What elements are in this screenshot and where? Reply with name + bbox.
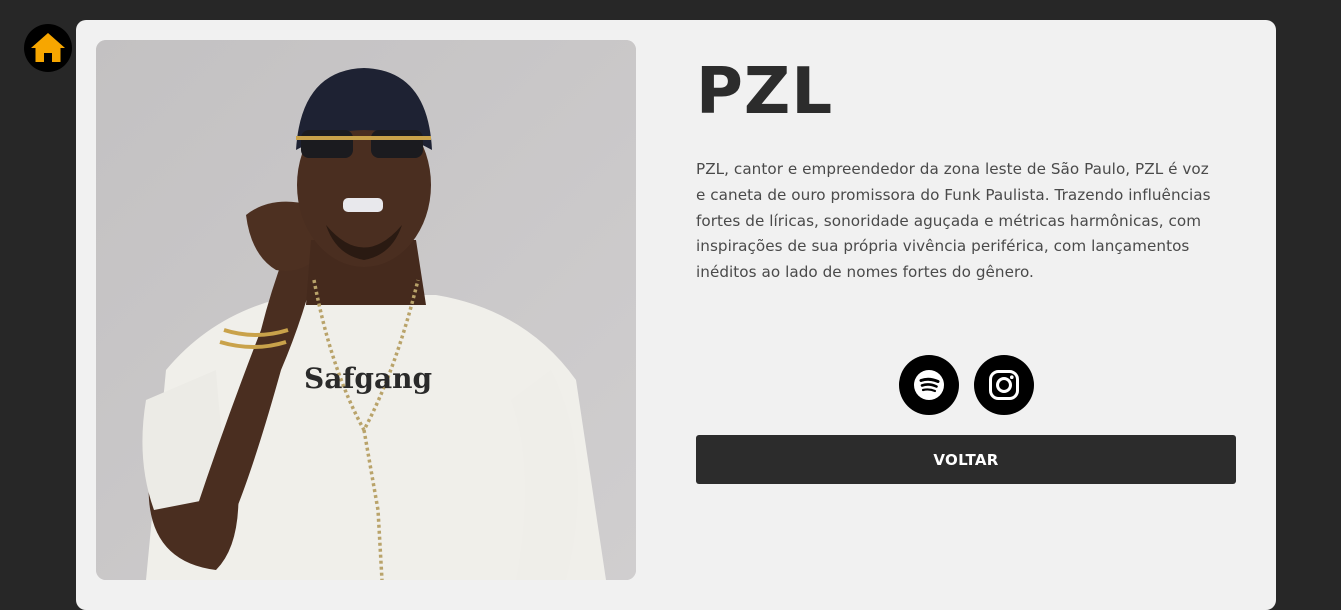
artist-info: PZL PZL, cantor e empreendedor da zona l… <box>696 55 1236 484</box>
bio-line: e caneta de ouro promissora do Funk Paul… <box>696 185 1211 204</box>
spotify-icon <box>913 370 944 400</box>
spotify-link[interactable] <box>898 355 959 415</box>
svg-text:Safgang: Safgang <box>304 362 432 395</box>
artist-photo: Safgang <box>96 40 636 580</box>
artist-name: PZL <box>696 55 834 129</box>
bio-line: PZL, cantor e empreendedor da zona leste… <box>696 160 1209 178</box>
home-icon <box>31 33 65 62</box>
home-button[interactable] <box>24 24 72 72</box>
social-links <box>696 355 1236 415</box>
bio-line: inéditos ao lado de nomes fortes do gêne… <box>696 263 1034 282</box>
back-button[interactable]: VOLTAR <box>696 435 1236 484</box>
bio-line: inspirações de sua própria vivência peri… <box>696 237 1190 256</box>
artist-bio: PZL, cantor e empreendedor da zona leste… <box>696 157 1236 286</box>
instagram-icon <box>988 370 1019 400</box>
bio-line: fortes de líricas, sonoridade aguçada e … <box>696 211 1202 230</box>
artist-card: Safgang PZL PZL, cantor e empreendedor d… <box>76 20 1276 610</box>
instagram-link[interactable] <box>973 355 1034 415</box>
